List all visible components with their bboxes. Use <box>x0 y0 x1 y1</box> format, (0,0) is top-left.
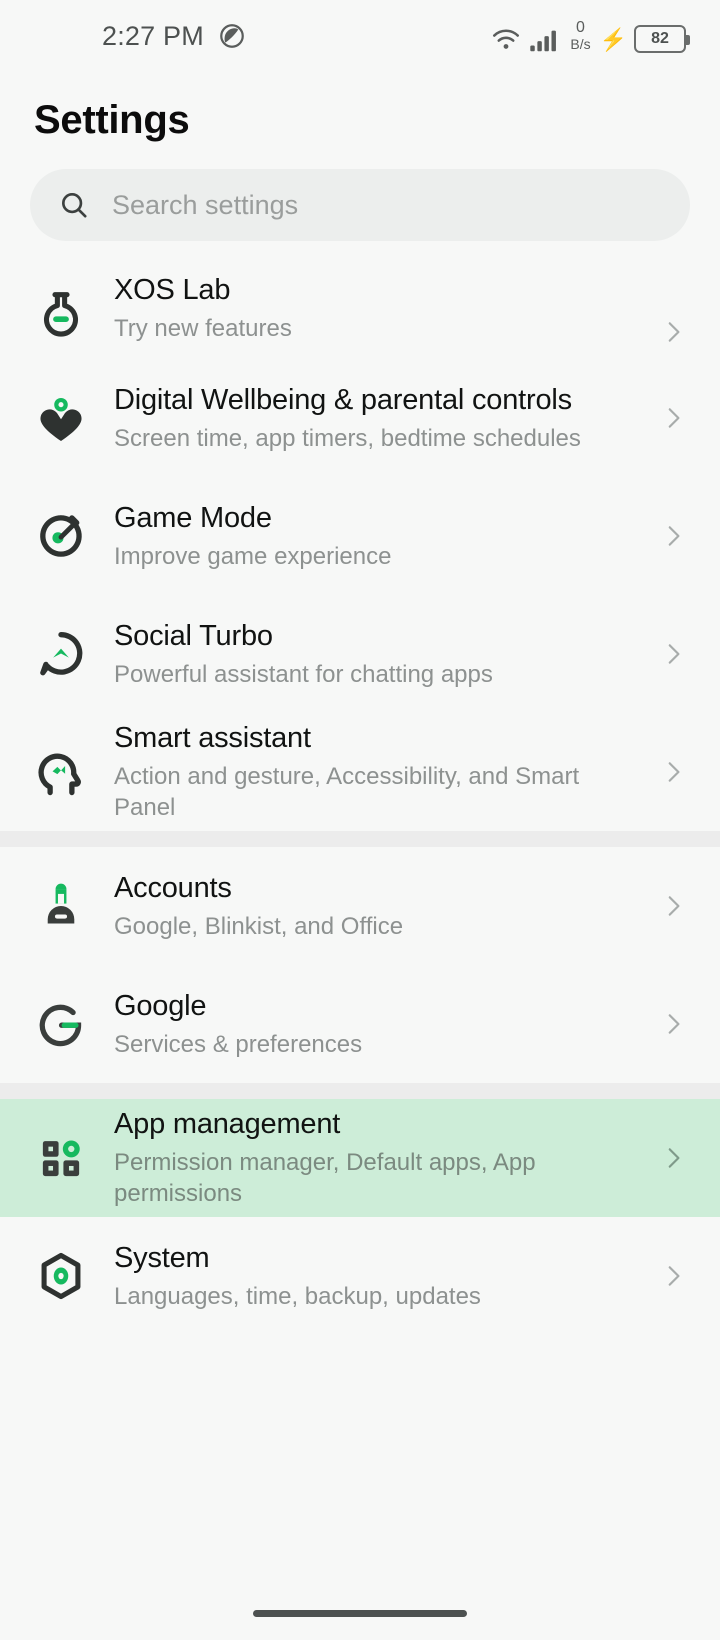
person-account-icon <box>30 875 92 937</box>
list-item-title: Digital Wellbeing & parental controls <box>114 383 572 416</box>
battery-icon: 82 <box>634 24 690 53</box>
list-item-subtitle: Services & preferences <box>114 1030 363 1058</box>
chevron-right-icon <box>660 1145 686 1171</box>
flask-icon <box>30 283 92 345</box>
list-item-text: Smart assistant Action and gesture, Acce… <box>114 720 660 824</box>
list-item-title: System <box>114 1241 210 1274</box>
status-bar-right: 0 B/s ⚡ 82 <box>490 18 690 53</box>
list-item-text: Accounts Google, Blinkist, and Office <box>114 870 660 943</box>
hexagon-gear-icon <box>30 1245 92 1307</box>
cellular-signal-icon <box>529 25 563 53</box>
list-item-text: XOS Lab Try new features <box>114 274 660 345</box>
list-item-text: System Languages, time, backup, updates <box>114 1240 660 1313</box>
list-item-subtitle: Google, Blinkist, and Office <box>114 912 404 940</box>
list-item-subtitle: Languages, time, backup, updates <box>114 1282 481 1310</box>
list-item-system[interactable]: System Languages, time, backup, updates <box>0 1217 720 1335</box>
apps-grid-icon <box>30 1127 92 1189</box>
heart-icon <box>30 387 92 449</box>
network-speed-unit: B/s <box>570 35 591 52</box>
chevron-right-icon <box>660 1011 686 1037</box>
list-item-title: Game Mode <box>114 501 272 534</box>
head-profile-icon <box>30 741 92 803</box>
list-item-xos-lab[interactable]: XOS Lab Try new features <box>0 263 720 359</box>
settings-screen: 2:27 PM 0 B/s ⚡ 82 Settings Search setti… <box>0 0 720 1640</box>
chevron-right-icon <box>660 523 686 549</box>
list-item-accounts[interactable]: Accounts Google, Blinkist, and Office <box>0 847 720 965</box>
chevron-right-icon <box>660 641 686 667</box>
status-bar: 2:27 PM 0 B/s ⚡ 82 <box>0 0 720 72</box>
list-item-text: App management Permission manager, Defau… <box>114 1106 660 1210</box>
list-item-title: Smart assistant <box>114 722 311 755</box>
list-item-smart-assistant[interactable]: Smart assistant Action and gesture, Acce… <box>0 713 720 831</box>
battery-level-label: 82 <box>651 29 669 47</box>
chevron-right-icon <box>660 319 686 345</box>
network-speed-value: 0 <box>576 18 585 36</box>
list-item-subtitle: Screen time, app timers, bedtime schedul… <box>114 424 581 452</box>
wifi-icon <box>490 25 522 53</box>
chevron-right-icon <box>660 759 686 785</box>
settings-group-accounts: Accounts Google, Blinkist, and Office Go… <box>0 847 720 1083</box>
navigation-bar <box>0 1586 720 1640</box>
list-item-text: Game Mode Improve game experience <box>114 500 660 573</box>
list-item-text: Google Services & preferences <box>114 988 660 1061</box>
network-speed-indicator: 0 B/s <box>570 18 591 52</box>
search-bar-container: Search settings <box>0 161 720 263</box>
list-item-text: Digital Wellbeing & parental controls Sc… <box>114 382 660 455</box>
list-item-subtitle: Action and gesture, Accessibility, and S… <box>114 763 580 822</box>
search-icon <box>58 189 90 221</box>
chevron-right-icon <box>660 1263 686 1289</box>
list-item-subtitle: Permission manager, Default apps, App pe… <box>114 1149 536 1208</box>
chevron-right-icon <box>660 893 686 919</box>
list-item-game-mode[interactable]: Game Mode Improve game experience <box>0 477 720 595</box>
list-item-subtitle: Powerful assistant for chatting apps <box>114 660 493 688</box>
status-bar-left: 2:27 PM <box>102 21 246 52</box>
list-item-text: Social Turbo Powerful assistant for chat… <box>114 618 660 691</box>
settings-list[interactable]: XOS Lab Try new features Digital Wellbei… <box>0 263 720 1586</box>
page-header: Settings <box>0 72 720 161</box>
status-bar-clock: 2:27 PM <box>102 20 204 51</box>
list-item-title: Social Turbo <box>114 619 273 652</box>
list-item-title: XOS Lab <box>114 274 231 307</box>
list-item-title: Accounts <box>114 871 232 904</box>
settings-group-features: XOS Lab Try new features Digital Wellbei… <box>0 263 720 831</box>
list-item-digital-wellbeing[interactable]: Digital Wellbeing & parental controls Sc… <box>0 359 720 477</box>
list-item-google[interactable]: Google Services & preferences <box>0 965 720 1083</box>
list-item-social-turbo[interactable]: Social Turbo Powerful assistant for chat… <box>0 595 720 713</box>
do-not-disturb-icon <box>218 22 246 50</box>
section-divider <box>0 1083 720 1099</box>
search-input[interactable]: Search settings <box>30 169 690 241</box>
page-title: Settings <box>34 98 190 142</box>
chevron-right-icon <box>660 405 686 431</box>
search-placeholder: Search settings <box>112 189 299 220</box>
list-item-subtitle: Try new features <box>114 315 292 343</box>
charging-bolt-icon: ⚡ <box>599 26 627 52</box>
list-item-app-management[interactable]: App management Permission manager, Defau… <box>0 1099 720 1217</box>
home-gesture-pill[interactable] <box>253 1609 467 1617</box>
chat-bubble-icon <box>30 623 92 685</box>
google-g-icon <box>30 993 92 1055</box>
settings-group-system: App management Permission manager, Defau… <box>0 1099 720 1335</box>
list-item-title: Google <box>114 989 207 1022</box>
speedometer-icon <box>30 505 92 567</box>
list-item-subtitle: Improve game experience <box>114 542 392 570</box>
section-divider <box>0 831 720 847</box>
list-item-title: App management <box>114 1108 341 1141</box>
